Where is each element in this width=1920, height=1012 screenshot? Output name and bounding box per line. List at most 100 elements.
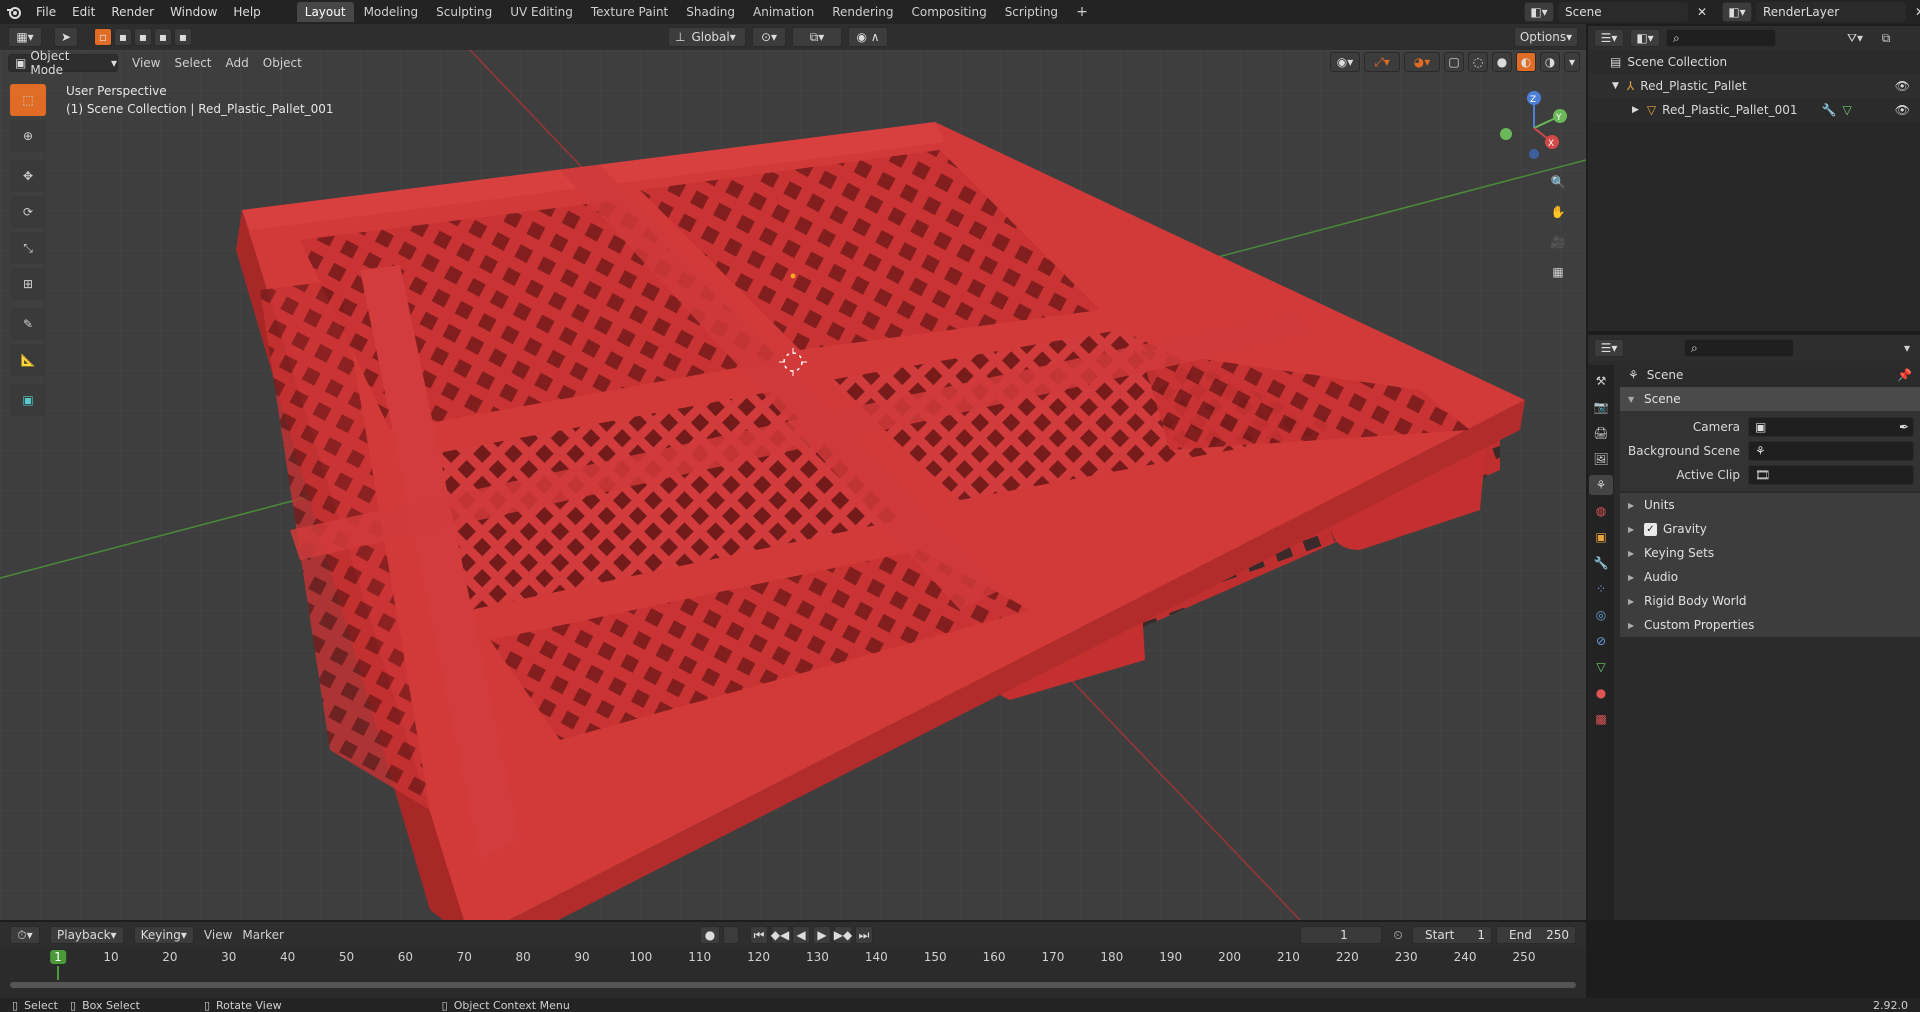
viewport-menu-view[interactable]: View	[132, 56, 160, 70]
tab-shading[interactable]: Shading	[678, 2, 743, 22]
audio-section[interactable]: ▶ Audio	[1620, 565, 1920, 589]
renderlayer-close-icon[interactable]: ✕	[1910, 2, 1920, 22]
navigation-gizmo[interactable]: Z Y X	[1490, 88, 1570, 168]
output-tab-icon[interactable]: 🖨	[1593, 423, 1608, 443]
menu-render[interactable]: Render	[103, 5, 162, 19]
particles-tab-icon[interactable]: ⁘	[1596, 579, 1606, 599]
mesh-data-icon[interactable]: ▽	[1842, 103, 1851, 117]
object-tab-icon[interactable]: ▣	[1595, 527, 1606, 547]
tab-texture-paint[interactable]: Texture Paint	[583, 2, 676, 22]
tab-scripting[interactable]: Scripting	[997, 2, 1066, 22]
tab-compositing[interactable]: Compositing	[903, 2, 994, 22]
select-new-icon[interactable]: ▫	[94, 28, 112, 46]
pan-hand-icon[interactable]: ✋	[1548, 202, 1568, 222]
modifier-tab-icon[interactable]: 🔧	[1594, 553, 1609, 573]
outliner-editor-type-icon[interactable]: ☰▾	[1594, 29, 1624, 47]
scene-panel-header[interactable]: ▼ Scene	[1620, 387, 1920, 411]
3d-viewport[interactable]	[0, 50, 1586, 920]
proportional-edit-icon[interactable]: ◉ ∧	[848, 27, 888, 47]
properties-editor-type-icon[interactable]: ☰▾	[1594, 339, 1624, 357]
ortho-grid-icon[interactable]: ▦	[1548, 262, 1568, 282]
snap-dropdown[interactable]: ⧉▾	[792, 27, 842, 47]
physics-tab-icon[interactable]: ◎	[1596, 605, 1606, 625]
annotate-tool-icon[interactable]: ✎	[10, 308, 46, 340]
renderlayer-name-field[interactable]: RenderLayer	[1756, 2, 1906, 22]
select-tool-icon[interactable]: ➤	[54, 27, 78, 47]
gravity-checkbox[interactable]: ✓	[1644, 522, 1657, 536]
outliner-row-scene-collection[interactable]: ▤ Scene Collection	[1588, 50, 1920, 74]
menu-file[interactable]: File	[28, 5, 64, 19]
collapse-arrow-icon[interactable]: ▶	[1632, 105, 1639, 115]
expand-arrow-icon[interactable]: ▼	[1612, 81, 1619, 91]
tab-modeling[interactable]: Modeling	[356, 2, 427, 22]
zoom-icon[interactable]: 🔍	[1548, 172, 1568, 192]
data-tab-icon[interactable]: ▽	[1596, 657, 1605, 677]
render-tab-icon[interactable]: 📷	[1594, 397, 1609, 417]
gravity-section[interactable]: ▶ ✓ Gravity	[1620, 517, 1920, 541]
select-intersect-icon[interactable]: ▪	[174, 28, 192, 46]
timeline-scrollbar[interactable]	[10, 982, 1576, 988]
playhead-line[interactable]	[57, 966, 59, 980]
visibility-eye-icon[interactable]: 👁	[1895, 79, 1910, 93]
tab-layout[interactable]: Layout	[296, 2, 354, 22]
properties-search-field[interactable]: ⌕	[1684, 339, 1794, 357]
pivot-dropdown[interactable]: ⊙▾	[752, 27, 786, 47]
scene-name-field[interactable]: Scene	[1558, 2, 1688, 22]
pin-icon[interactable]: 📌	[1897, 368, 1912, 382]
rigid-body-world-section[interactable]: ▶ Rigid Body World	[1620, 589, 1920, 613]
visibility-dropdown-icon[interactable]: ◉▾	[1330, 52, 1360, 72]
background-scene-field[interactable]: ⚘	[1748, 441, 1914, 461]
object-visibility-eye-icon[interactable]: 👁	[1895, 103, 1910, 117]
view-layer-tab-icon[interactable]: 🖼	[1593, 449, 1608, 469]
cursor-tool-icon[interactable]: ⊕	[10, 120, 46, 152]
select-box-tool-icon[interactable]: ⬚	[10, 84, 46, 116]
renderlayer-type-icon[interactable]: ◧▾	[1722, 2, 1752, 22]
new-collection-icon[interactable]: ⧉	[1876, 31, 1896, 46]
viewport-menu-select[interactable]: Select	[174, 56, 211, 70]
viewport-menu-object[interactable]: Object	[263, 56, 302, 70]
xray-toggle-icon[interactable]: ▢	[1444, 52, 1464, 72]
menu-edit[interactable]: Edit	[64, 5, 103, 19]
tab-rendering[interactable]: Rendering	[824, 2, 901, 22]
measure-tool-icon[interactable]: 📐	[10, 344, 46, 376]
outliner-display-mode-icon[interactable]: ◧▾	[1630, 29, 1660, 47]
outliner-row-object[interactable]: ▶ ▽ Red_Plastic_Pallet_001 🔧 ▽ 👁	[1588, 98, 1920, 122]
rotate-tool-icon[interactable]: ⟳	[10, 196, 46, 228]
add-workspace-button[interactable]: +	[1068, 1, 1096, 23]
transform-tool-icon[interactable]: ⊞	[10, 268, 46, 300]
tab-animation[interactable]: Animation	[745, 2, 822, 22]
properties-options-icon[interactable]: ▾	[1904, 341, 1910, 355]
menu-window[interactable]: Window	[162, 5, 225, 19]
select-invert-icon[interactable]: ▪	[154, 28, 172, 46]
add-cube-tool-icon[interactable]: ▣	[10, 384, 46, 416]
outliner-search-field[interactable]: ⌕	[1666, 29, 1776, 47]
object-mode-dropdown[interactable]: ▣ Object Mode ▾	[8, 49, 118, 77]
scale-tool-icon[interactable]: ⤡	[10, 232, 46, 264]
tool-tab-icon[interactable]: ⚒	[1596, 371, 1607, 391]
constraints-tab-icon[interactable]: ⊘	[1596, 631, 1606, 651]
select-subtract-icon[interactable]: ▪	[134, 28, 152, 46]
material-tab-icon[interactable]: ●	[1596, 683, 1606, 703]
menu-help[interactable]: Help	[225, 5, 268, 19]
units-section[interactable]: ▶ Units	[1620, 493, 1920, 517]
active-clip-field[interactable]: 🎞	[1748, 465, 1914, 485]
select-extend-icon[interactable]: ▪	[114, 28, 132, 46]
shading-options-icon[interactable]: ▾	[1564, 52, 1580, 72]
keying-sets-section[interactable]: ▶ Keying Sets	[1620, 541, 1920, 565]
tab-uv-editing[interactable]: UV Editing	[502, 2, 581, 22]
texture-tab-icon[interactable]: ▩	[1595, 709, 1606, 729]
modifier-wrench-icon[interactable]: 🔧	[1821, 103, 1836, 117]
rendered-shading-icon[interactable]: ◑	[1540, 52, 1560, 72]
eyedropper-icon[interactable]: ✒	[1899, 420, 1909, 434]
material-shading-icon[interactable]: ◐	[1516, 52, 1536, 72]
blender-logo-icon[interactable]	[0, 0, 28, 24]
viewport-menu-add[interactable]: Add	[226, 56, 249, 70]
move-tool-icon[interactable]: ✥	[10, 160, 46, 192]
camera-view-icon[interactable]: 🎥	[1548, 232, 1568, 252]
scene-close-icon[interactable]: ✕	[1692, 2, 1712, 22]
overlay-toggle-icon[interactable]: ◕▾	[1404, 52, 1440, 72]
gizmo-toggle-icon[interactable]: ⤢▾	[1364, 52, 1400, 72]
scene-type-icon[interactable]: ◧▾	[1524, 2, 1554, 22]
options-dropdown[interactable]: Options ▾	[1514, 27, 1578, 47]
orientation-dropdown[interactable]: ⊥ Global ▾	[668, 27, 746, 47]
